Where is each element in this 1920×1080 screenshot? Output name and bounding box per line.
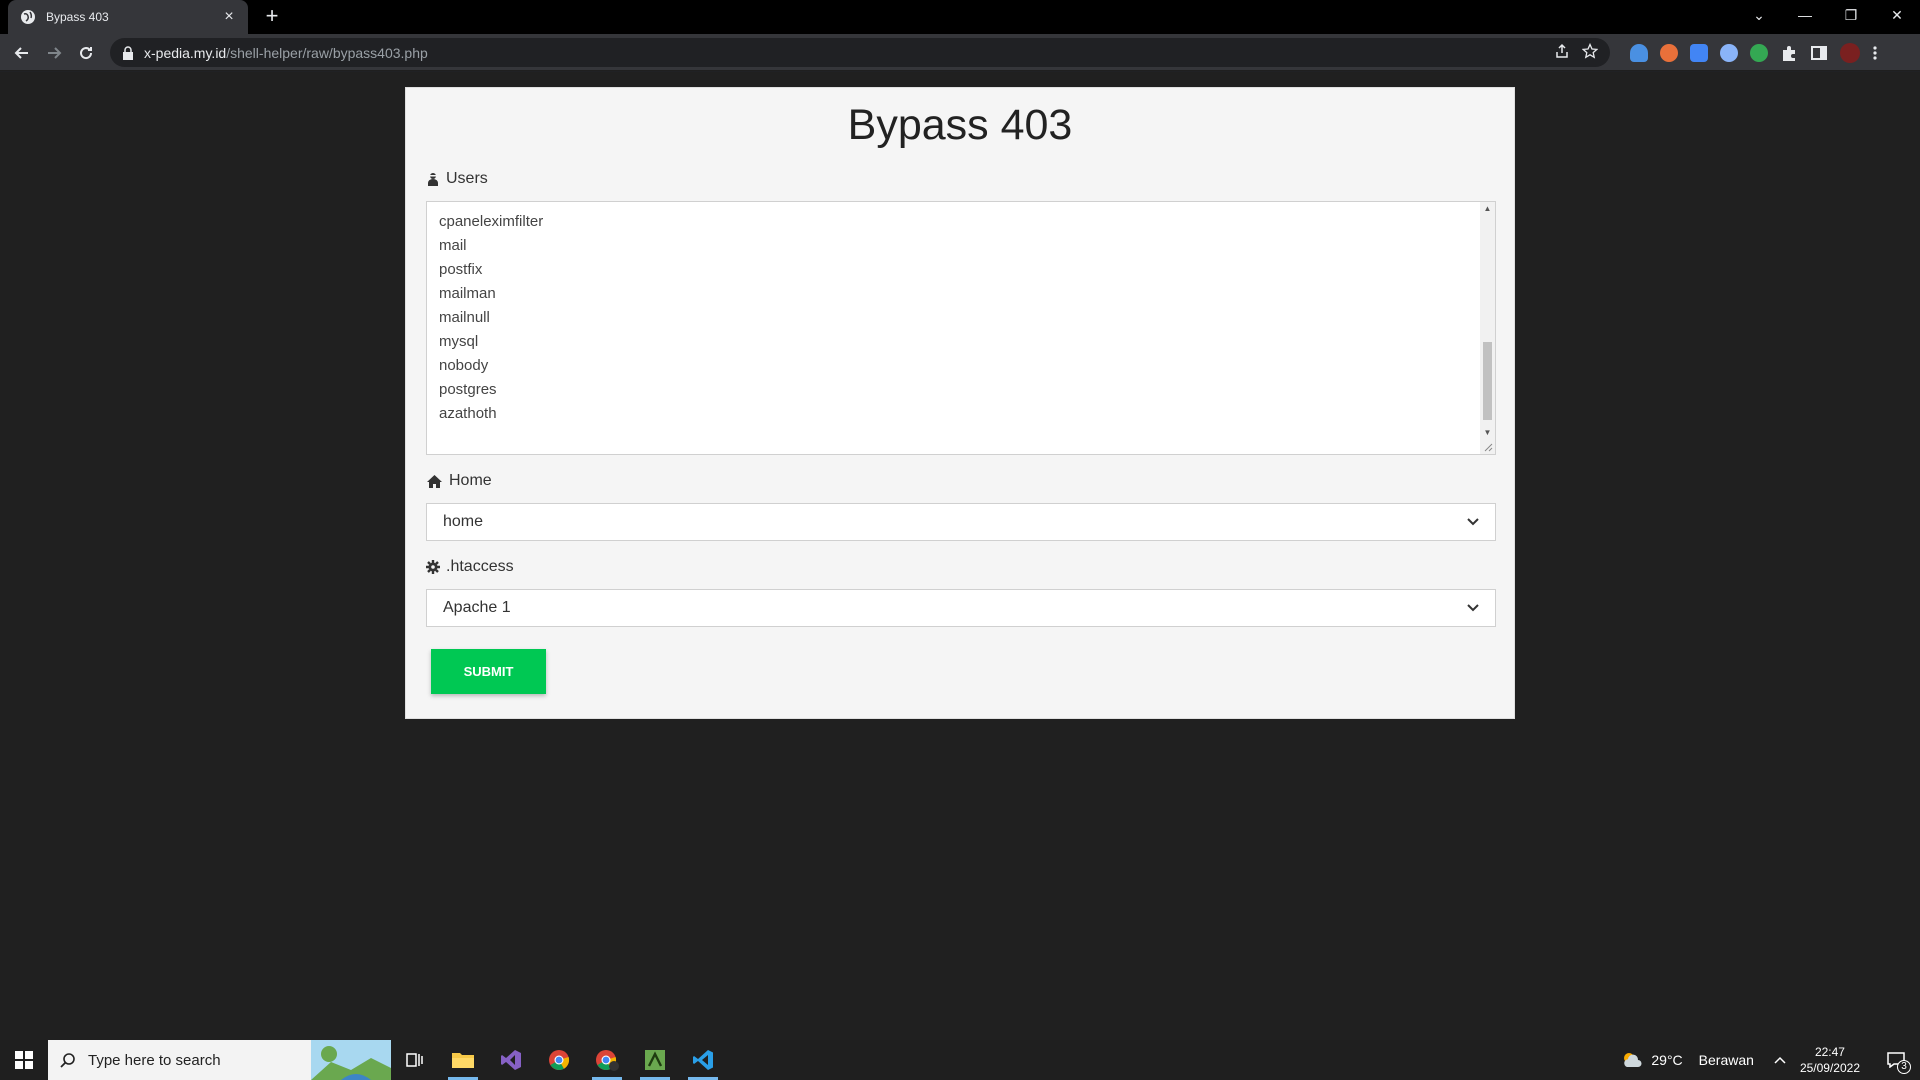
tab-strip: Bypass 403 × + ⌄ — ❐ ✕ [0, 0, 1920, 34]
chevron-down-icon [1467, 604, 1479, 612]
browser-toolbar: x-pedia.my.id/shell-helper/raw/bypass403… [0, 34, 1920, 71]
tab-close-icon[interactable]: × [220, 8, 238, 26]
new-tab-button[interactable]: + [260, 5, 284, 29]
htaccess-select-value: Apache 1 [443, 599, 511, 616]
windows-taskbar: Type here to search 29°C Berawan 22:47 2… [0, 1040, 1920, 1080]
puzzle-icon[interactable] [1780, 44, 1798, 62]
url-host: x-pedia.my.id [144, 44, 227, 61]
user-entry: azathoth [439, 405, 497, 422]
tab-title: Bypass 403 [46, 10, 109, 24]
cookie-extension-icon[interactable] [1660, 44, 1678, 62]
textarea-scrollbar[interactable]: ▲ ▼ [1480, 202, 1495, 454]
home-select[interactable]: home [426, 503, 1496, 541]
taskbar-search-box[interactable]: Type here to search [48, 1040, 391, 1080]
page-title: Bypass 403 [847, 101, 1073, 149]
clock-time: 22:47 [1814, 1045, 1845, 1059]
user-entry: nobody [439, 357, 489, 374]
scroll-up-arrow-icon[interactable]: ▲ [1480, 202, 1495, 216]
weather-cloud-icon[interactable] [1621, 1051, 1643, 1069]
chrome-icon [549, 1050, 570, 1070]
chevron-down-icon [1467, 518, 1479, 526]
user-entry: postfix [439, 261, 483, 278]
side-panel-icon[interactable] [1810, 44, 1828, 62]
home-select-value: home [443, 513, 484, 530]
file-explorer-app[interactable] [439, 1040, 487, 1080]
cloud-extension-icon[interactable] [1630, 44, 1648, 62]
kebab-menu-icon[interactable] [1872, 44, 1878, 62]
minimize-button[interactable]: — [1782, 0, 1828, 30]
htaccess-label-text: .htaccess [446, 558, 514, 575]
htaccess-select[interactable]: Apache 1 [426, 589, 1496, 627]
back-button[interactable] [8, 39, 36, 67]
users-label: Users [426, 166, 1494, 192]
user-entry: postgres [439, 381, 497, 398]
visual-studio-icon [501, 1050, 521, 1070]
task-view-icon [406, 1053, 423, 1067]
plus-extension-icon[interactable] [1750, 44, 1768, 62]
gear-icon [426, 560, 440, 574]
users-label-text: Users [446, 170, 488, 187]
search-extension-icon[interactable] [1720, 44, 1738, 62]
user-entry: mailman [439, 285, 496, 302]
home-icon [427, 475, 442, 488]
scroll-down-arrow-icon[interactable]: ▼ [1480, 426, 1495, 440]
xampp-icon [645, 1050, 665, 1070]
browser-tab[interactable]: Bypass 403 × [8, 0, 248, 34]
url-path: /shell-helper/raw/bypass403.php [226, 44, 428, 61]
bypass-form-card: Bypass 403 Users cpaneleximfilter mail p… [405, 87, 1515, 719]
user-secret-icon [428, 173, 438, 186]
address-bar[interactable]: x-pedia.my.id/shell-helper/raw/bypass403… [110, 38, 1610, 67]
search-highlight-art [311, 1040, 391, 1080]
arrow-left-icon [14, 47, 28, 59]
weather-temp[interactable]: 29°C [1651, 1052, 1682, 1068]
start-button[interactable] [0, 1040, 48, 1080]
chevron-up-icon[interactable] [1774, 1056, 1786, 1064]
search-icon [60, 1053, 75, 1068]
vscode-app[interactable] [679, 1040, 727, 1080]
vscode-icon [693, 1050, 713, 1070]
search-placeholder: Type here to search [88, 1051, 221, 1069]
htaccess-label: .htaccess [426, 554, 1494, 580]
chrome-profile-icon [596, 1050, 619, 1071]
chrome-app[interactable] [535, 1040, 583, 1080]
home-label: Home [426, 468, 1494, 494]
notification-count-badge: 3 [1897, 1060, 1911, 1074]
forward-button[interactable] [40, 39, 68, 67]
user-entry: cpaneleximfilter [439, 213, 544, 230]
profile-avatar[interactable] [1840, 43, 1860, 63]
user-entry: mailnull [439, 309, 490, 326]
tab-search-icon[interactable]: ⌄ [1736, 0, 1782, 30]
page-viewport: Bypass 403 Users cpaneleximfilter mail p… [0, 72, 1920, 1040]
notification-center-button[interactable]: 3 [1878, 1040, 1914, 1080]
submit-button[interactable]: SUBMIT [431, 649, 546, 694]
taskbar-clock[interactable]: 22:47 25/09/2022 [1800, 1044, 1860, 1076]
chrome-profile-app[interactable] [583, 1040, 631, 1080]
clock-date: 25/09/2022 [1799, 1061, 1860, 1075]
share-icon[interactable] [1554, 43, 1570, 59]
task-view-button[interactable] [391, 1040, 439, 1080]
users-list: cpaneleximfilter mail postfix mailman ma… [439, 210, 1483, 426]
close-window-button[interactable]: ✕ [1874, 0, 1920, 30]
user-entry: mail [439, 237, 467, 254]
lock-icon [123, 45, 133, 60]
home-label-text: Home [449, 472, 492, 489]
star-icon[interactable] [1582, 43, 1598, 59]
resize-grip-icon[interactable] [1483, 442, 1493, 452]
reload-button[interactable] [72, 39, 100, 67]
folder-icon [452, 1053, 474, 1068]
globe-icon [21, 10, 35, 24]
visual-studio-app[interactable] [487, 1040, 535, 1080]
users-textarea[interactable]: cpaneleximfilter mail postfix mailman ma… [426, 201, 1496, 455]
translate-extension-icon[interactable] [1690, 44, 1708, 62]
scroll-thumb[interactable] [1483, 342, 1492, 420]
arrow-right-icon [48, 47, 62, 59]
user-entry: mysql [439, 333, 479, 350]
restore-button[interactable]: ❐ [1828, 0, 1874, 30]
weather-text[interactable]: Berawan [1699, 1052, 1754, 1068]
xampp-app[interactable] [631, 1040, 679, 1080]
reload-icon [80, 47, 93, 60]
windows-logo-icon [15, 1051, 33, 1069]
system-tray: 29°C Berawan 22:47 25/09/2022 3 [1621, 1040, 1920, 1080]
